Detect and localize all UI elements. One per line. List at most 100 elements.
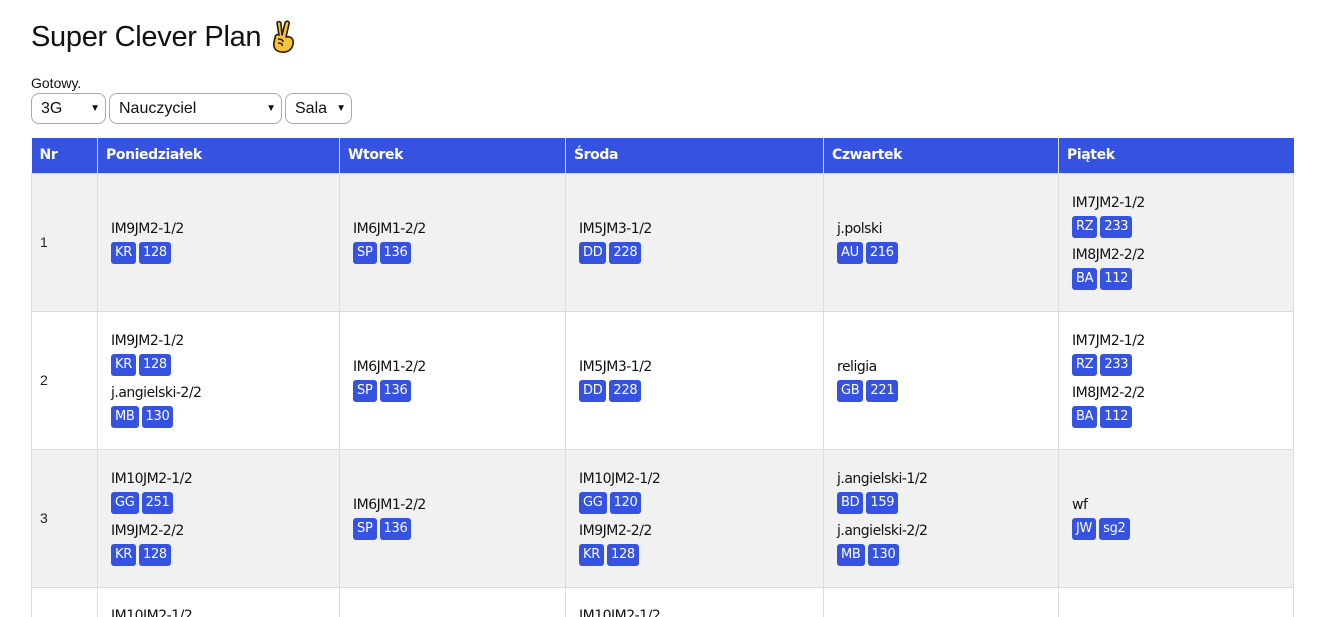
- teacher-badge[interactable]: AU: [837, 242, 863, 264]
- room-badge[interactable]: 216: [865, 242, 898, 264]
- room-badge[interactable]: 233: [1100, 354, 1133, 376]
- room-badge[interactable]: 136: [379, 518, 412, 540]
- cell-tuesday: IM6JM1-2/2 SP 136: [339, 448, 566, 588]
- teacher-select[interactable]: Nauczyciel ▼: [109, 93, 282, 124]
- teacher-badge[interactable]: SP: [353, 518, 377, 540]
- lesson-tags: AU 216: [837, 242, 1058, 264]
- lesson-entry[interactable]: IM9JM2-2/2 KR 128: [579, 522, 823, 566]
- lesson-entry[interactable]: IM9JM2-2/2 KR 128: [111, 522, 339, 566]
- room-badge[interactable]: 130: [141, 406, 174, 428]
- lesson-entry[interactable]: IM5JM3-1/2 DD 228: [579, 358, 823, 402]
- lesson-entry[interactable]: j.polski AU 216: [837, 220, 1058, 264]
- lesson-tags: KR 128: [579, 544, 823, 566]
- lesson-entry[interactable]: IM7JM2-1/2 RZ 233: [1072, 194, 1293, 238]
- teacher-badge[interactable]: BA: [1072, 406, 1098, 428]
- teacher-badge[interactable]: GB: [837, 380, 864, 402]
- lesson-number: 3: [31, 448, 98, 588]
- lesson-tags: SP 136: [353, 242, 565, 264]
- lesson-entry[interactable]: j.angielski-2/2 MB 130: [111, 384, 339, 428]
- lesson-subject: IM10JM2-1/2: [579, 471, 661, 487]
- lesson-entry[interactable]: IM9JM2-1/2 KR 128: [111, 220, 339, 264]
- lesson-subject: IM7JM2-1/2: [1072, 195, 1145, 211]
- lesson-entry[interactable]: wf JW sg2: [1072, 496, 1293, 540]
- lesson-tags: KR 128: [111, 242, 339, 264]
- lesson-tags: DD 228: [579, 380, 823, 402]
- teacher-badge[interactable]: MB: [111, 406, 139, 428]
- cell-thursday: j.polski AU 216: [823, 172, 1059, 312]
- lesson-subject: IM6JM1-2/2: [353, 221, 426, 237]
- teacher-badge[interactable]: KR: [111, 242, 136, 264]
- teacher-badge[interactable]: GG: [111, 492, 139, 514]
- lesson-entry[interactable]: j.angielski-2/2 MB 130: [837, 522, 1058, 566]
- lesson-tags: GG 251: [111, 492, 339, 514]
- lesson-entry[interactable]: IM8JM2-2/2 BA 112: [1072, 384, 1293, 428]
- teacher-badge[interactable]: JW: [1072, 518, 1097, 540]
- lesson-entry[interactable]: IM6JM1-2/2 SP 136: [353, 220, 565, 264]
- teacher-badge[interactable]: BA: [1072, 268, 1098, 290]
- room-badge[interactable]: 228: [609, 380, 642, 402]
- room-badge[interactable]: 128: [138, 544, 171, 566]
- lesson-tags: RZ 233: [1072, 354, 1293, 376]
- chevron-down-icon: ▼: [336, 103, 346, 114]
- lesson-entry[interactable]: IM7JM2-1/2 RZ 233: [1072, 332, 1293, 376]
- room-badge[interactable]: 128: [606, 544, 639, 566]
- lesson-tags: RZ 233: [1072, 216, 1293, 238]
- table-row: 3 IM10JM2-1/2 GG 251 IM9JM2-2/2 KR 128 IM6JM1-2…: [31, 448, 1294, 588]
- lesson-entry[interactable]: IM10JM2-1/2 GG 120: [579, 470, 823, 514]
- room-badge[interactable]: 159: [866, 492, 899, 514]
- cell-monday: IM10JM2-1/2: [97, 586, 340, 617]
- teacher-badge[interactable]: KR: [111, 544, 136, 566]
- lesson-entry[interactable]: religia GB 221: [837, 358, 1058, 402]
- room-select[interactable]: Sala ▼: [285, 93, 352, 124]
- teacher-badge[interactable]: RZ: [1072, 216, 1098, 238]
- timetable: Nr Poniedziałek Wtorek Środa Czwartek Pi…: [31, 138, 1294, 617]
- teacher-badge[interactable]: SP: [353, 380, 377, 402]
- lesson-entry[interactable]: j.angielski-1/2 BD 159: [837, 470, 1058, 514]
- room-badge[interactable]: 233: [1100, 216, 1133, 238]
- page: Super Clever Plan Gotowy. 3G ▼ Nauczycie…: [0, 0, 1294, 617]
- room-badge[interactable]: 136: [379, 380, 412, 402]
- lesson-subject: IM5JM3-1/2: [579, 359, 652, 375]
- room-badge[interactable]: 130: [867, 544, 900, 566]
- room-badge[interactable]: 112: [1100, 406, 1133, 428]
- lesson-subject: IM7JM2-1/2: [1072, 333, 1145, 349]
- room-badge[interactable]: 128: [138, 242, 171, 264]
- lesson-entry[interactable]: IM10JM2-1/2 GG 251: [111, 470, 339, 514]
- room-badge[interactable]: 120: [609, 492, 642, 514]
- room-badge[interactable]: 221: [866, 380, 899, 402]
- room-badge[interactable]: 112: [1100, 268, 1133, 290]
- lesson-entry[interactable]: IM6JM1-2/2 SP 136: [353, 496, 565, 540]
- lesson-tags: MB 130: [837, 544, 1058, 566]
- page-title: Super Clever Plan: [31, 20, 262, 53]
- lesson-subject: IM9JM2-2/2: [111, 523, 184, 539]
- teacher-badge[interactable]: KR: [579, 544, 604, 566]
- lesson-subject: j.angielski-2/2: [837, 523, 928, 539]
- room-badge[interactable]: 251: [141, 492, 174, 514]
- column-header-nr: Nr: [31, 138, 98, 173]
- room-badge[interactable]: 136: [379, 242, 412, 264]
- room-badge[interactable]: sg2: [1099, 518, 1130, 540]
- teacher-badge[interactable]: DD: [579, 380, 607, 402]
- class-select[interactable]: 3G ▼: [31, 93, 106, 124]
- cell-monday: IM10JM2-1/2 GG 251 IM9JM2-2/2 KR 128: [97, 448, 340, 588]
- teacher-badge[interactable]: DD: [579, 242, 607, 264]
- cell-thursday: j.angielski-1/2 BD 159 j.angielski-2/2 MB 130: [823, 448, 1059, 588]
- lesson-entry[interactable]: IM8JM2-2/2 BA 112: [1072, 246, 1293, 290]
- lesson-subject: IM9JM2-1/2: [111, 221, 184, 237]
- teacher-badge[interactable]: BD: [837, 492, 864, 514]
- teacher-badge[interactable]: RZ: [1072, 354, 1098, 376]
- lesson-entry[interactable]: IM5JM3-1/2 DD 228: [579, 220, 823, 264]
- lesson-entry[interactable]: IM9JM2-1/2 KR 128: [111, 332, 339, 376]
- lesson-tags: KR 128: [111, 354, 339, 376]
- lesson-tags: MB 130: [111, 406, 339, 428]
- room-badge[interactable]: 128: [138, 354, 171, 376]
- teacher-badge[interactable]: KR: [111, 354, 136, 376]
- room-badge[interactable]: 228: [609, 242, 642, 264]
- teacher-select-value: Nauczyciel: [119, 100, 197, 117]
- teacher-badge[interactable]: MB: [837, 544, 865, 566]
- lesson-entry[interactable]: IM6JM1-2/2 SP 136: [353, 358, 565, 402]
- column-header-wednesday: Środa: [565, 138, 824, 173]
- teacher-badge[interactable]: GG: [579, 492, 607, 514]
- teacher-badge[interactable]: SP: [353, 242, 377, 264]
- column-header-monday: Poniedziałek: [97, 138, 340, 173]
